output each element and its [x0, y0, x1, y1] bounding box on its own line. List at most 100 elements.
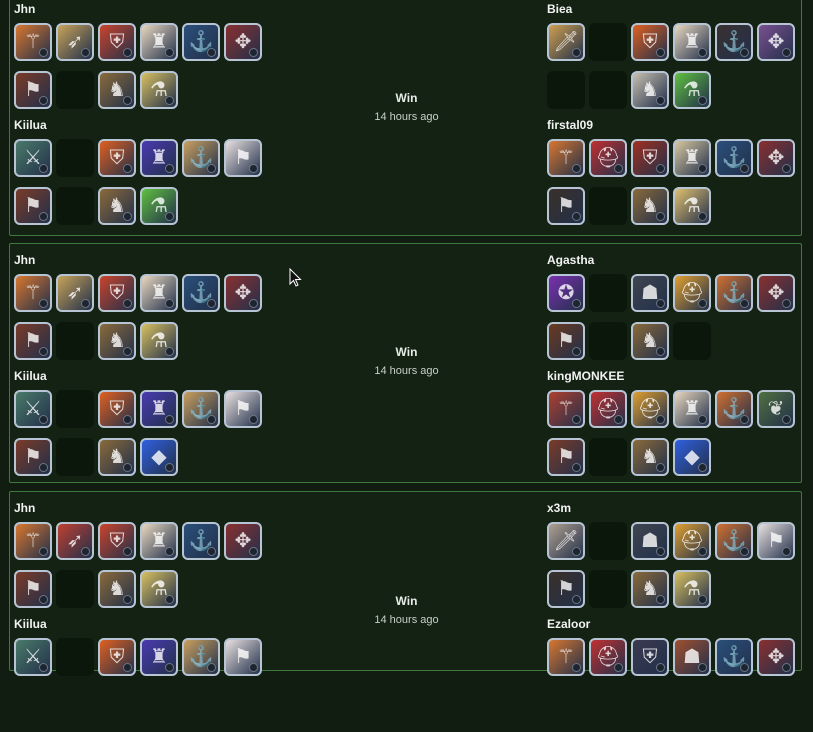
item-slot[interactable]: ✥: [757, 638, 795, 676]
item-slot[interactable]: ⚓: [182, 522, 220, 560]
item-slot[interactable]: ⚓: [182, 23, 220, 61]
item-slot[interactable]: ♜: [673, 390, 711, 428]
item-slot[interactable]: ♜: [673, 139, 711, 177]
player-name[interactable]: Agastha: [547, 253, 594, 267]
empty-slot[interactable]: [56, 187, 94, 225]
item-slot[interactable]: ✪: [547, 274, 585, 312]
match-card[interactable]: Jhn ⚚ ➶ ⛨ ♜ ⚓ ✥ ⚑ ♞ ⚗ Kiilua ⚔ ⛨ ♜ ⚓ ⚑ ⚑ ♞ ⚗ Biea 🗡 ⛨ ♜ ⚓ ✥ ♞ ⚗ fir…: [9, 0, 802, 236]
item-slot[interactable]: ♞: [631, 187, 669, 225]
item-slot[interactable]: ♞: [98, 438, 136, 476]
item-slot[interactable]: ⚓: [715, 390, 753, 428]
item-slot[interactable]: ♜: [673, 23, 711, 61]
item-slot[interactable]: 🗡: [547, 23, 585, 61]
empty-slot[interactable]: [56, 390, 94, 428]
item-slot[interactable]: ⛨: [98, 390, 136, 428]
item-slot[interactable]: 🗡: [547, 522, 585, 560]
item-slot[interactable]: ◆: [673, 438, 711, 476]
item-slot[interactable]: ⚚: [547, 638, 585, 676]
item-slot[interactable]: ➶: [56, 274, 94, 312]
item-slot[interactable]: ⛨: [98, 274, 136, 312]
item-slot[interactable]: ⚑: [14, 187, 52, 225]
item-slot[interactable]: ☗: [673, 638, 711, 676]
item-slot[interactable]: ♞: [98, 187, 136, 225]
item-slot[interactable]: ⛑: [589, 139, 627, 177]
item-slot[interactable]: ☗: [631, 274, 669, 312]
item-slot[interactable]: ⚓: [182, 274, 220, 312]
item-slot[interactable]: ⚔: [14, 390, 52, 428]
item-slot[interactable]: ♜: [140, 390, 178, 428]
item-slot[interactable]: ⚓: [182, 390, 220, 428]
item-slot[interactable]: ⚓: [182, 638, 220, 676]
item-slot[interactable]: ☗: [631, 522, 669, 560]
empty-slot[interactable]: [56, 438, 94, 476]
empty-slot[interactable]: [56, 638, 94, 676]
item-slot[interactable]: ⚗: [140, 187, 178, 225]
item-slot[interactable]: ⚑: [224, 139, 262, 177]
item-slot[interactable]: ⚑: [547, 438, 585, 476]
item-slot[interactable]: ⛑: [589, 638, 627, 676]
item-slot[interactable]: ⚓: [715, 522, 753, 560]
item-slot[interactable]: ✥: [224, 274, 262, 312]
player-name[interactable]: Biea: [547, 2, 572, 16]
empty-slot[interactable]: [589, 438, 627, 476]
item-slot[interactable]: ⚑: [224, 390, 262, 428]
item-slot[interactable]: ♜: [140, 274, 178, 312]
item-slot[interactable]: ❦: [757, 390, 795, 428]
item-slot[interactable]: ♜: [140, 522, 178, 560]
item-slot[interactable]: ⚑: [547, 187, 585, 225]
item-slot[interactable]: ⛨: [98, 23, 136, 61]
player-name[interactable]: Jhn: [14, 501, 35, 515]
item-slot[interactable]: ⚚: [547, 390, 585, 428]
item-slot[interactable]: ⚓: [715, 638, 753, 676]
item-slot[interactable]: ⛨: [631, 139, 669, 177]
empty-slot[interactable]: [589, 522, 627, 560]
item-slot[interactable]: ⚑: [14, 438, 52, 476]
item-slot[interactable]: ⚑: [757, 522, 795, 560]
item-slot[interactable]: ⛨: [98, 638, 136, 676]
item-slot[interactable]: ⛑: [673, 274, 711, 312]
empty-slot[interactable]: [56, 139, 94, 177]
item-slot[interactable]: ➶: [56, 522, 94, 560]
quality-dot-icon: [698, 212, 707, 221]
item-slot[interactable]: ♜: [140, 139, 178, 177]
item-slot[interactable]: ✥: [224, 23, 262, 61]
item-slot[interactable]: ⛑: [673, 522, 711, 560]
match-card[interactable]: Jhn ⚚ ➶ ⛨ ♜ ⚓ ✥ ⚑ ♞ ⚗ Kiilua ⚔ ⛨ ♜ ⚓ ⚑ ⚑ ♞ ◆ Agastha ✪ ☗ ⛑ ⚓ ✥ ⚑ ♞…: [9, 243, 802, 483]
item-slot[interactable]: ⚓: [715, 274, 753, 312]
item-slot[interactable]: ⚓: [715, 139, 753, 177]
empty-slot[interactable]: [589, 274, 627, 312]
quality-dot-icon: [698, 463, 707, 472]
player-name[interactable]: Jhn: [14, 253, 35, 267]
item-slot[interactable]: ⚚: [14, 522, 52, 560]
item-slot[interactable]: ⛑: [589, 390, 627, 428]
item-slot[interactable]: ➶: [56, 23, 94, 61]
match-card[interactable]: Jhn ⚚ ➶ ⛨ ♜ ⚓ ✥ ⚑ ♞ ⚗ Kiilua ⚔ ⛨ ♜ ⚓ ⚑ x3m 🗡 ☗ ⛑ ⚓ ⚑ ⚑ ♞ ⚗ Ezaloo…: [9, 491, 802, 676]
item-slot[interactable]: ✥: [757, 274, 795, 312]
item-slot[interactable]: ⚚: [14, 23, 52, 61]
item-slot[interactable]: ⚓: [715, 23, 753, 61]
item-slot[interactable]: ♞: [631, 438, 669, 476]
item-slot[interactable]: ✥: [757, 23, 795, 61]
item-slot[interactable]: ⛨: [631, 23, 669, 61]
item-slot[interactable]: ⛨: [98, 139, 136, 177]
item-slot[interactable]: ⛨: [98, 522, 136, 560]
item-slot[interactable]: ◆: [140, 438, 178, 476]
item-slot[interactable]: ⛨: [631, 638, 669, 676]
quality-dot-icon: [782, 415, 791, 424]
item-slot[interactable]: ⚔: [14, 638, 52, 676]
item-slot[interactable]: ⚚: [547, 139, 585, 177]
item-slot[interactable]: ⚓: [182, 139, 220, 177]
empty-slot[interactable]: [589, 23, 627, 61]
item-slot[interactable]: ♜: [140, 638, 178, 676]
item-slot[interactable]: ⚚: [14, 274, 52, 312]
item-slot[interactable]: ⚗: [673, 187, 711, 225]
item-slot[interactable]: ⛑: [631, 390, 669, 428]
empty-slot[interactable]: [589, 187, 627, 225]
item-slot[interactable]: ✥: [224, 522, 262, 560]
item-slot[interactable]: ⚔: [14, 139, 52, 177]
item-slot[interactable]: ♜: [140, 23, 178, 61]
item-slot[interactable]: ✥: [757, 139, 795, 177]
player-name[interactable]: x3m: [547, 501, 571, 515]
item-slot[interactable]: ⚑: [224, 638, 262, 676]
player-name[interactable]: Jhn: [14, 2, 35, 16]
